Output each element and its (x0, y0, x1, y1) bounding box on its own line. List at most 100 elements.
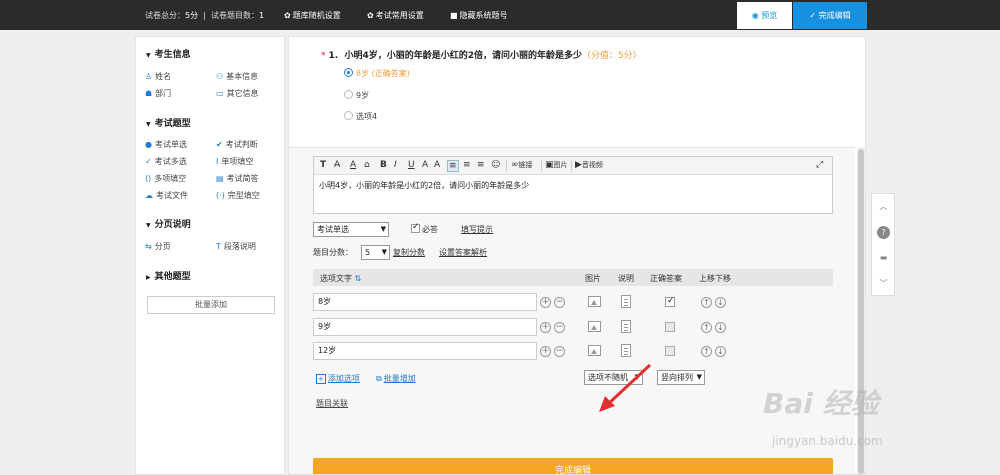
item-paragraph-note[interactable]: T 段落说明 (216, 241, 256, 252)
font-decrease-icon[interactable]: A (434, 160, 440, 170)
add-option-link[interactable]: + 添加选项 (316, 373, 360, 384)
font-size-icon[interactable]: A̶ (334, 160, 340, 170)
score-select[interactable]: 5 ▼ (361, 245, 390, 260)
eye-icon: ◉ (751, 11, 759, 20)
font-color-icon[interactable]: A (350, 160, 356, 170)
item-label: 考试简答 (226, 174, 259, 183)
sort-icon[interactable]: ⇅ (355, 274, 362, 283)
move-up-icon[interactable]: ↑ (701, 322, 712, 333)
remove-circle-icon[interactable]: − (554, 322, 565, 333)
video-button[interactable]: ▶音视频 (575, 160, 603, 170)
note-icon[interactable] (621, 295, 631, 308)
emoji-icon[interactable]: ☺ (491, 160, 500, 170)
menu-random-settings[interactable]: ✿ 题库随机设置 (284, 10, 341, 21)
item-label: 多项填空 (154, 174, 187, 183)
option-text-input[interactable]: 8岁 (313, 293, 537, 311)
remove-circle-icon[interactable]: − (554, 346, 565, 357)
chevron-down-icon[interactable]: ﹀ (877, 277, 890, 290)
item-cloze[interactable]: (·) 完型填空 (216, 190, 260, 201)
set-analysis-link[interactable]: 设置答案解析 (439, 247, 487, 258)
correct-answer-checkbox[interactable] (665, 346, 675, 356)
underline-icon[interactable]: U (408, 160, 415, 170)
link-button[interactable]: ∞链接 (511, 160, 533, 170)
item-label: 部门 (155, 89, 172, 98)
correct-answer-checkbox[interactable] (665, 322, 675, 332)
option-layout-select[interactable]: 竖向排列 ▼ (657, 370, 705, 385)
item-label: 完型填空 (227, 191, 260, 200)
move-down-icon[interactable]: ↓ (715, 322, 726, 333)
image-icon[interactable] (588, 345, 601, 356)
preview-option[interactable]: 选项4 (344, 111, 377, 122)
highlight-icon[interactable]: ⌂ (364, 160, 370, 170)
question-relation-link[interactable]: 题目关联 (316, 398, 348, 409)
move-up-icon[interactable]: ↑ (701, 346, 712, 357)
item-department[interactable]: ☗ 部门 (145, 88, 171, 99)
remove-circle-icon[interactable]: − (554, 297, 565, 308)
fill-hint-link[interactable]: 填写提示 (461, 224, 493, 235)
bold-icon[interactable]: B (380, 160, 387, 170)
batch-increase-link[interactable]: ⧉ 批量增加 (376, 373, 416, 384)
move-up-icon[interactable]: ↑ (701, 297, 712, 308)
add-circle-icon[interactable]: + (540, 346, 551, 357)
checkbox-checked-icon (411, 222, 420, 233)
required-checkbox[interactable]: 必答 (411, 222, 438, 235)
image-icon[interactable] (588, 296, 601, 307)
section-examinee-info[interactable]: ▼ 考生信息 (146, 47, 191, 60)
item-single-fill[interactable]: I 单项填空 (216, 156, 253, 167)
menu-common-settings[interactable]: ✿ 考试常用设置 (367, 10, 424, 21)
italic-icon[interactable]: I (394, 160, 397, 170)
option-text-input[interactable]: 9岁 (313, 318, 537, 336)
item-multi-choice[interactable]: ✓ 考试多选 (145, 156, 187, 167)
item-name[interactable]: ♙ 姓名 (145, 71, 171, 82)
batch-add-button[interactable]: 批量添加 (147, 296, 275, 314)
header-option-text: 选项文字 ⇅ (320, 273, 361, 284)
add-circle-icon[interactable]: + (540, 322, 551, 333)
editor-content[interactable]: 小明4岁，小丽的年龄是小红的2倍，请问小丽的年龄是多少 (319, 180, 529, 191)
option-text-input[interactable]: 12岁 (313, 342, 537, 360)
add-circle-icon[interactable]: + (540, 297, 551, 308)
item-judgment[interactable]: ✔ 考试判断 (216, 139, 258, 150)
menu-hide-numbers[interactable]: ■ 隐藏系统题号 (450, 10, 508, 21)
scrollbar-thumb[interactable] (858, 149, 864, 474)
header-correct: 正确答案 (650, 274, 682, 283)
preview-option[interactable]: 8岁 (正确答案) (344, 68, 410, 79)
correct-answer-checkbox[interactable] (665, 296, 675, 307)
item-page-break[interactable]: ⇆ 分页 (145, 241, 171, 252)
comment-icon[interactable]: ▬ (877, 251, 890, 264)
question-type-panel: ▼ 考生信息 ♙ 姓名 ⚇ 基本信息 ☗ 部门 ▭ 其它信息 ▼ 考试题型 ● 考试单选 ✔ 考… (135, 36, 285, 475)
align-right-icon[interactable]: ≡ (477, 160, 485, 170)
scrollbar[interactable] (857, 147, 865, 474)
copy-score-link[interactable]: 复制分数 (393, 247, 425, 258)
finish-edit-button[interactable]: ✓ 完成编辑 (793, 2, 867, 29)
note-icon[interactable] (621, 320, 631, 333)
item-single-choice[interactable]: ● 考试单选 (145, 139, 187, 150)
chevron-up-icon[interactable]: ︿ (877, 200, 890, 213)
image-button[interactable]: ▣图片 (545, 160, 568, 170)
question-type-select[interactable]: 考试单选 ▼ (313, 222, 389, 237)
align-center-icon[interactable]: ≡ (463, 160, 471, 170)
font-family-icon[interactable]: T (320, 160, 326, 170)
section-other-types[interactable]: ▶ 其他题型 (146, 269, 191, 282)
preview-button[interactable]: ◉ 预览 (737, 2, 792, 29)
radio-selected-icon (344, 68, 353, 77)
note-icon[interactable] (621, 344, 631, 357)
preview-option[interactable]: 9岁 (344, 90, 369, 101)
move-down-icon[interactable]: ↓ (715, 346, 726, 357)
align-left-icon[interactable]: ≡ (447, 160, 459, 172)
item-multi-fill[interactable]: ⟨⟩ 多项填空 (145, 173, 186, 184)
help-icon[interactable]: ? (877, 226, 890, 239)
question-preview[interactable]: * 1. 小明4岁，小丽的年龄是小红的2倍，请问小丽的年龄是多少（分值：5分） 8… (289, 37, 855, 147)
item-other-info[interactable]: ▭ 其它信息 (216, 88, 259, 99)
fullscreen-icon[interactable]: ⤢ (816, 160, 823, 170)
section-page-notes[interactable]: ▼ 分页说明 (146, 217, 191, 230)
finish-edit-bottom-button[interactable]: 完成编辑 (313, 458, 833, 474)
item-exam-file[interactable]: ☁ 考试文件 (145, 190, 188, 201)
rich-text-editor[interactable]: T A̶ A ⌂ B I U A A ≡ ≡ ≡ ☺ ∞链接 ▣图片 ▶音视频 … (313, 156, 833, 214)
option-row: 9岁 + − ↑ ↓ (313, 318, 833, 338)
section-exam-types[interactable]: ▼ 考试题型 (146, 116, 191, 129)
image-icon[interactable] (588, 321, 601, 332)
item-basic-info[interactable]: ⚇ 基本信息 (216, 71, 258, 82)
item-short-answer[interactable]: ▤ 考试简答 (216, 173, 259, 184)
move-down-icon[interactable]: ↓ (715, 297, 726, 308)
font-increase-icon[interactable]: A (422, 160, 428, 170)
